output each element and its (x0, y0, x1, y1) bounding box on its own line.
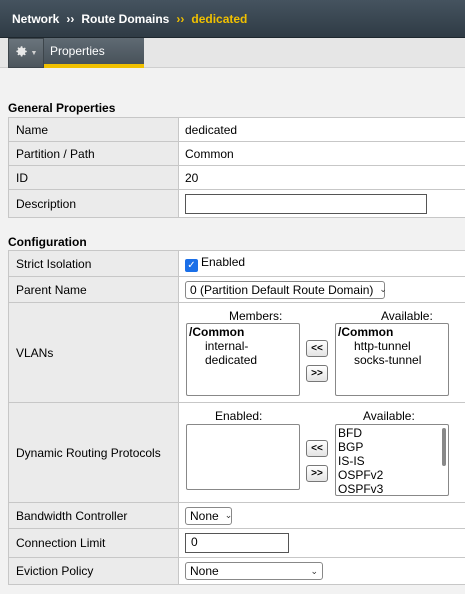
breadcrumb-separator: ›› (66, 11, 75, 26)
parent-name-label: Parent Name (8, 276, 179, 303)
description-input[interactable] (185, 193, 427, 214)
strict-isolation-cell: ✓ Enabled (178, 250, 465, 277)
chevron-down-icon: ⌄ (310, 565, 318, 576)
breadcrumb-separator: ›› (176, 11, 185, 26)
chevron-down-icon: ▼ (30, 49, 38, 57)
list-group: /Common (338, 325, 394, 339)
vlans-members-header: Members: (229, 309, 283, 323)
general-properties-title: General Properties (8, 101, 116, 115)
breadcrumb-route-domains[interactable]: Route Domains (81, 12, 169, 26)
drp-available-list[interactable]: BFD BGP IS-IS OSPFv2 OSPFv3 (335, 424, 449, 496)
list-item[interactable]: socks-tunnel (338, 353, 446, 367)
id-label: ID (8, 165, 179, 190)
eviction-policy-value: None (190, 564, 219, 578)
drp-enabled-list[interactable] (186, 424, 300, 490)
list-item[interactable]: OSPFv2 (338, 468, 446, 482)
partition-label: Partition / Path (8, 141, 179, 166)
vlans-available-header: Available: (381, 309, 433, 323)
parent-name-select[interactable]: 0 (Partition Default Route Domain) ⌄ (185, 280, 387, 299)
gear-icon (15, 45, 28, 61)
dynamic-routing-cell: Enabled: Available: << >> BFD BGP IS-IS … (178, 402, 465, 503)
bandwidth-controller-select[interactable]: None ⌄ (185, 506, 233, 525)
bandwidth-controller-label: Bandwidth Controller (8, 502, 179, 529)
vlans-available-list[interactable]: /Common http-tunnel socks-tunnel (335, 323, 449, 396)
vlans-cell: Members: Available: /Common internal-ded… (178, 302, 465, 403)
drp-enabled-header: Enabled: (215, 409, 263, 423)
general-properties-table: Name dedicated Partition / Path Common I… (8, 117, 465, 218)
eviction-policy-label: Eviction Policy (8, 557, 179, 585)
parent-name-cell: 0 (Partition Default Route Domain) ⌄ (178, 276, 465, 303)
tab-row: ▼ Properties (0, 38, 465, 68)
list-item[interactable]: OSPFv3 (338, 482, 446, 495)
gear-menu-button[interactable]: ▼ (8, 38, 44, 68)
list-item[interactable]: BFD (338, 426, 446, 440)
name-label: Name (8, 117, 179, 142)
list-item[interactable]: internal-dedicated (189, 339, 297, 367)
move-left-button[interactable]: << (306, 340, 328, 357)
configuration-title: Configuration (8, 235, 87, 249)
tab-properties[interactable]: Properties (44, 38, 144, 68)
list-item[interactable]: IS-IS (338, 454, 446, 468)
strict-isolation-value: Enabled (201, 255, 246, 269)
breadcrumb-current: dedicated (191, 11, 248, 26)
breadcrumb: Network ›› Route Domains ›› dedicated (0, 0, 465, 38)
connection-limit-input[interactable]: 0 (185, 533, 289, 553)
parent-name-value: 0 (Partition Default Route Domain) (190, 282, 374, 297)
name-value: dedicated (178, 117, 465, 142)
eviction-policy-cell: None ⌄ (178, 557, 465, 585)
vlans-label: VLANs (8, 302, 179, 403)
configuration-table: Strict Isolation ✓ Enabled Parent Name 0 … (8, 250, 465, 585)
move-right-button[interactable]: >> (306, 465, 328, 482)
connection-limit-cell: 0 (178, 528, 465, 558)
drp-available-header: Available: (363, 409, 415, 423)
breadcrumb-network[interactable]: Network (12, 12, 59, 26)
dynamic-routing-label: Dynamic Routing Protocols (8, 402, 179, 503)
list-item[interactable]: http-tunnel (338, 339, 446, 353)
description-label: Description (8, 189, 179, 218)
partition-value: Common (178, 141, 465, 166)
move-right-button[interactable]: >> (306, 365, 328, 382)
description-cell (178, 189, 465, 218)
list-group: /Common (189, 325, 245, 339)
chevron-down-icon: ⌄ (379, 284, 387, 294)
chevron-down-icon: ⌄ (224, 510, 233, 520)
vlans-members-list[interactable]: /Common internal-dedicated (186, 323, 300, 396)
list-item[interactable]: BGP (338, 440, 446, 454)
bandwidth-controller-cell: None ⌄ (178, 502, 465, 529)
move-left-button[interactable]: << (306, 440, 328, 457)
scrollbar[interactable] (442, 428, 446, 466)
eviction-policy-select[interactable]: None ⌄ (185, 562, 323, 580)
strict-isolation-label: Strict Isolation (8, 250, 179, 277)
bandwidth-controller-value: None (190, 508, 219, 523)
connection-limit-label: Connection Limit (8, 528, 179, 558)
id-value: 20 (178, 165, 465, 190)
strict-isolation-checkbox[interactable]: ✓ (185, 259, 198, 272)
